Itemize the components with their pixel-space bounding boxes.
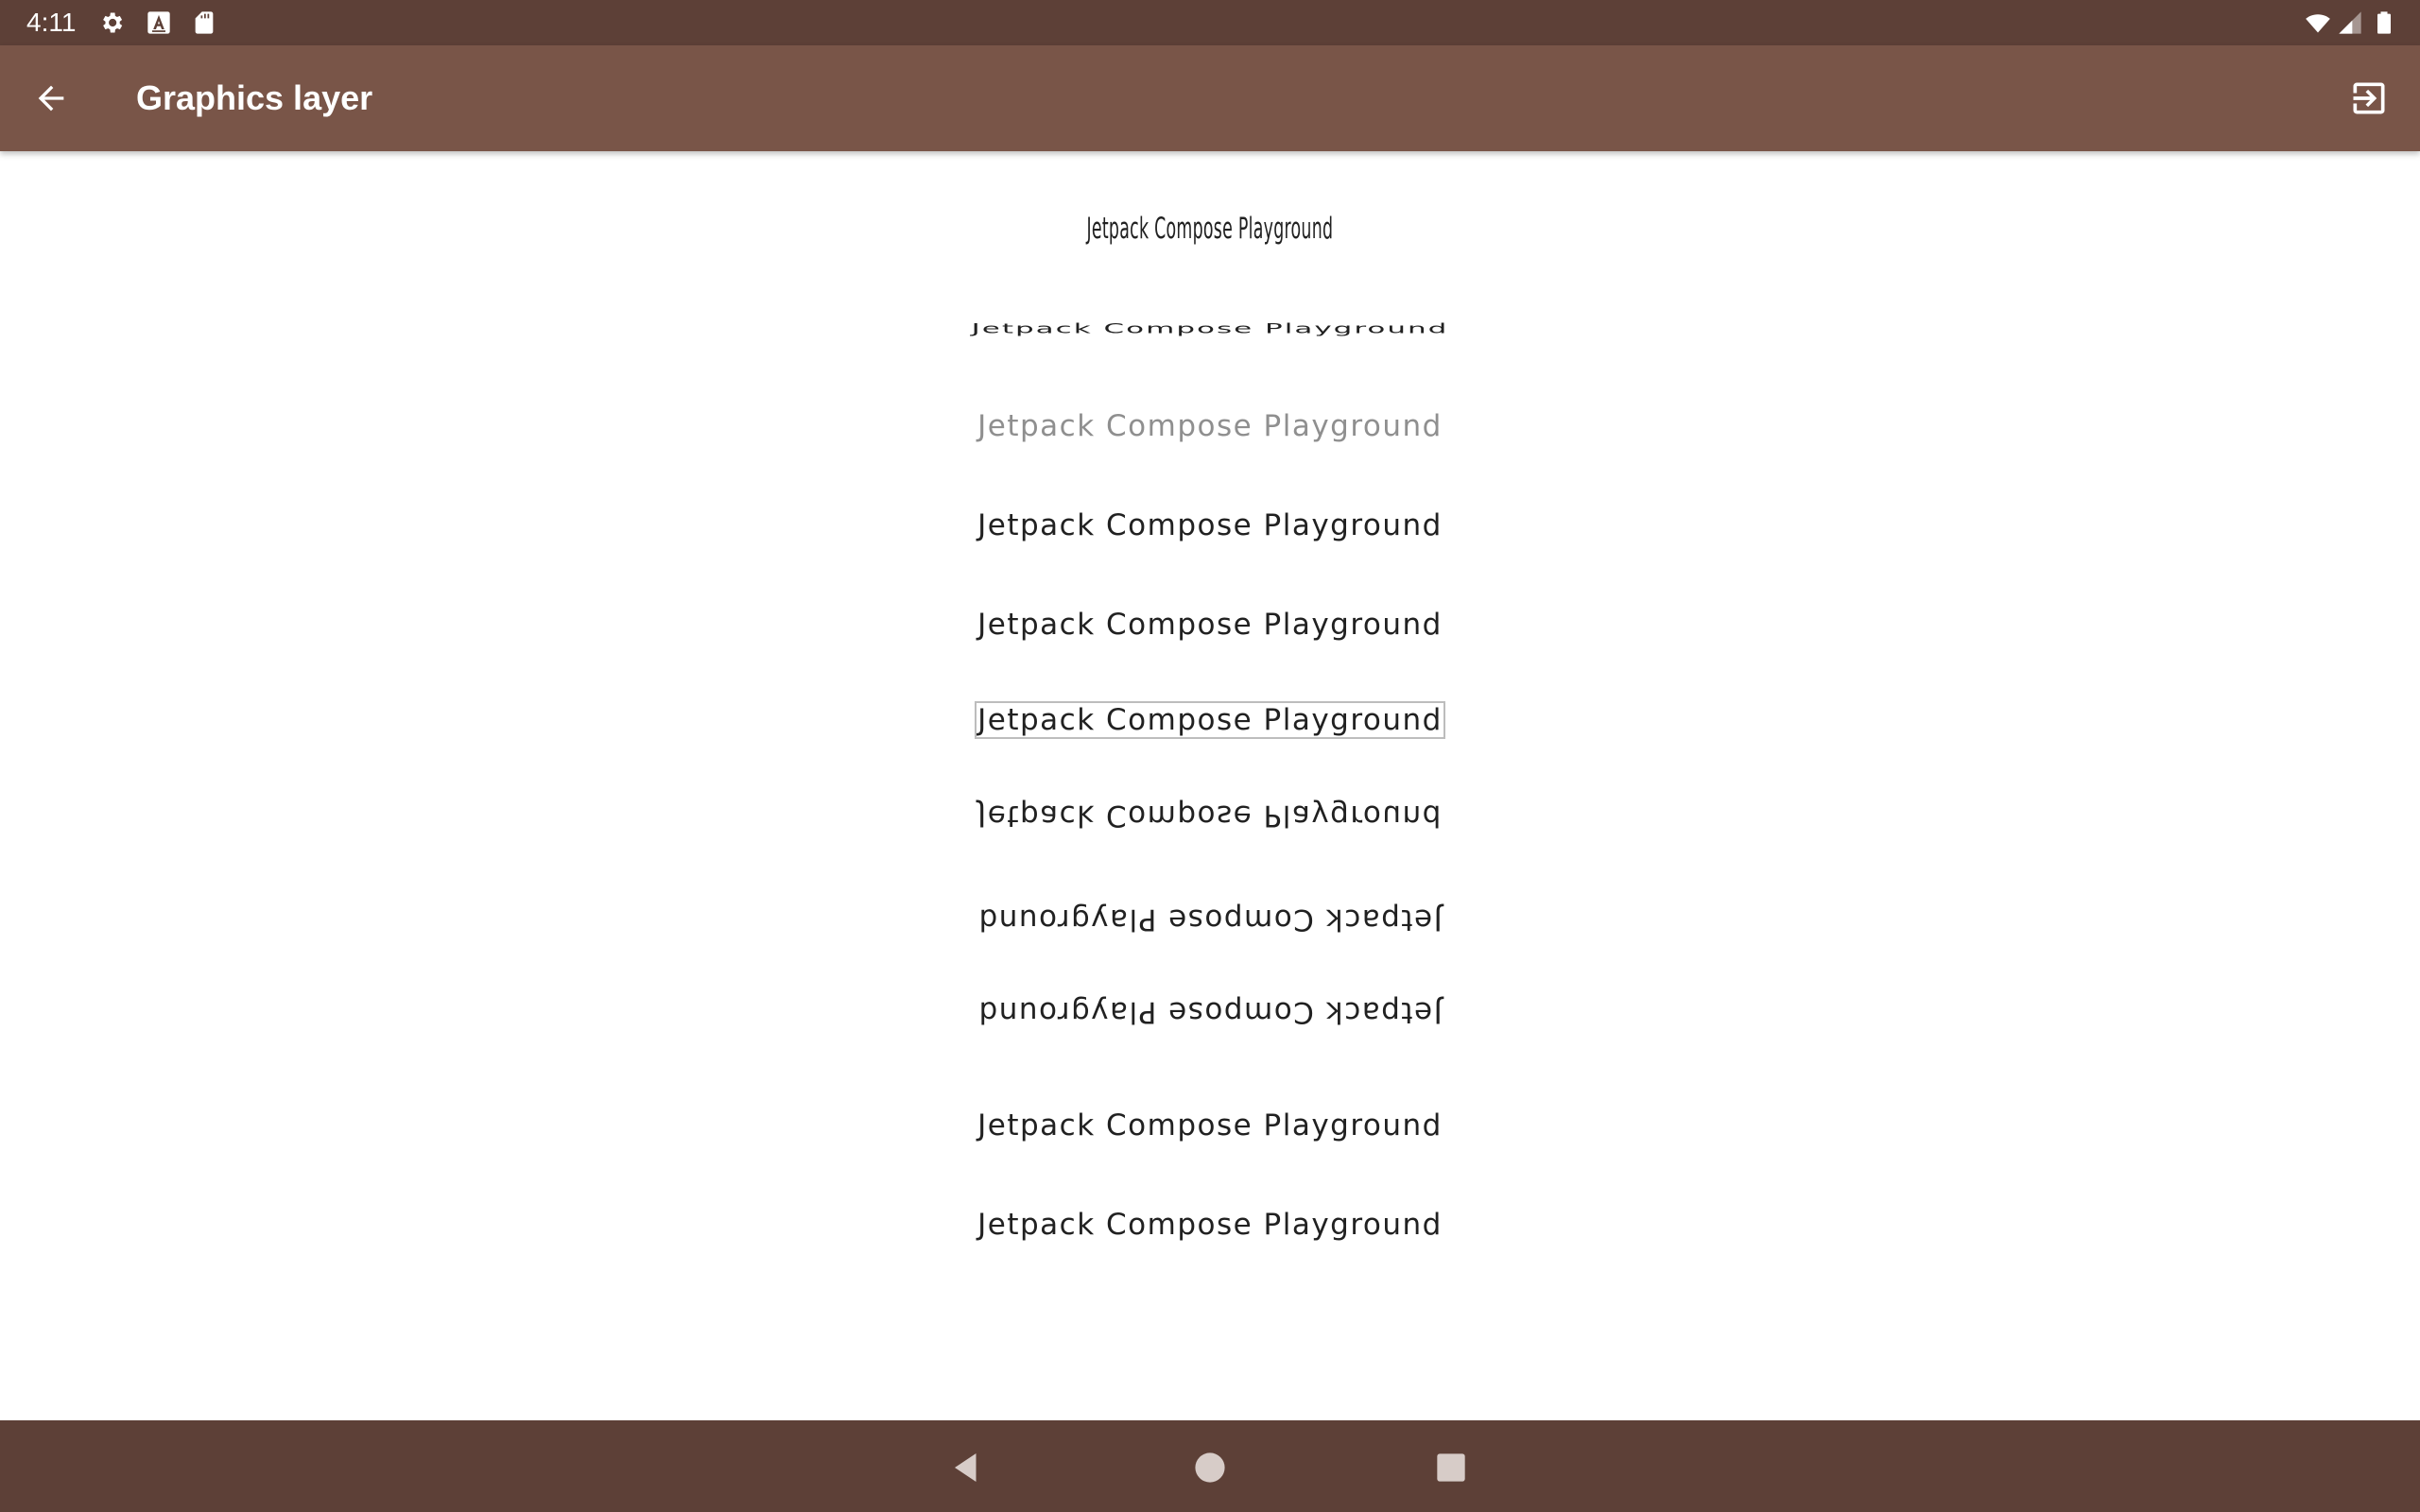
sample-text: Jetpack Compose Playground <box>971 320 1449 337</box>
sample-text: Jetpack Compose Playground <box>977 902 1443 936</box>
sample-flip-vertical: Jetpack Compose Playground <box>0 799 2420 833</box>
nav-home-button[interactable] <box>1180 1437 1240 1498</box>
sample-text: Jetpack Compose Playground <box>977 608 1443 642</box>
exit-to-app-icon <box>2353 82 2385 114</box>
system-navigation-bar <box>0 1420 2420 1512</box>
battery-icon <box>2377 11 2391 34</box>
exit-button[interactable] <box>2339 68 2399 129</box>
sd-card-icon <box>195 11 214 34</box>
sample-text: Jetpack Compose Playground <box>975 701 1445 739</box>
sample-plain: Jetpack Compose Playground <box>0 1208 2420 1242</box>
sample-text: Jetpack Compose Playground <box>1086 212 1334 246</box>
sample-rotated: Jetpack Compose Playground <box>0 995 2420 1029</box>
page-title: Graphics layer <box>136 78 373 117</box>
sample-text: Jetpack Compose Playground <box>977 409 1443 443</box>
home-circle-icon <box>1195 1452 1225 1483</box>
sample-plain: Jetpack Compose Playground <box>0 608 2420 642</box>
keyboard-a-icon <box>147 11 170 34</box>
sample-alpha: Jetpack Compose Playground <box>0 409 2420 443</box>
sample-text: Jetpack Compose Playground <box>977 1208 1443 1242</box>
sample-scale-x: Jetpack Compose Playground <box>0 212 2420 246</box>
graphics-layer-samples: Jetpack Compose Playground Jetpack Compo… <box>0 151 2420 1420</box>
sample-scale-y: Jetpack Compose Playground <box>0 312 2420 346</box>
arrow-back-icon <box>38 85 64 112</box>
nav-recents-button[interactable] <box>1421 1437 1481 1498</box>
sample-rotated: Jetpack Compose Playground <box>0 902 2420 936</box>
status-time: 4:11 <box>26 8 77 37</box>
sample-plain: Jetpack Compose Playground <box>0 508 2420 542</box>
recents-square-icon <box>1437 1453 1465 1482</box>
cell-signal-icon <box>2339 11 2361 34</box>
sample-bordered: Jetpack Compose Playground <box>0 701 2420 739</box>
status-bar: 4:11 <box>0 0 2420 45</box>
gear-icon <box>103 12 123 33</box>
sample-text: Jetpack Compose Playground <box>977 508 1443 542</box>
sample-text: Jetpack Compose Playground <box>977 995 1443 1029</box>
sample-text: Jetpack Compose Playground <box>977 1108 1443 1143</box>
wifi-icon <box>2306 14 2330 33</box>
app-bar: Graphics layer <box>0 45 2420 151</box>
nav-back-button[interactable] <box>936 1437 996 1498</box>
sample-plain: Jetpack Compose Playground <box>0 1108 2420 1143</box>
back-triangle-icon <box>955 1453 977 1482</box>
back-button[interactable] <box>21 68 81 129</box>
sample-text: Jetpack Compose Playground <box>977 799 1443 833</box>
